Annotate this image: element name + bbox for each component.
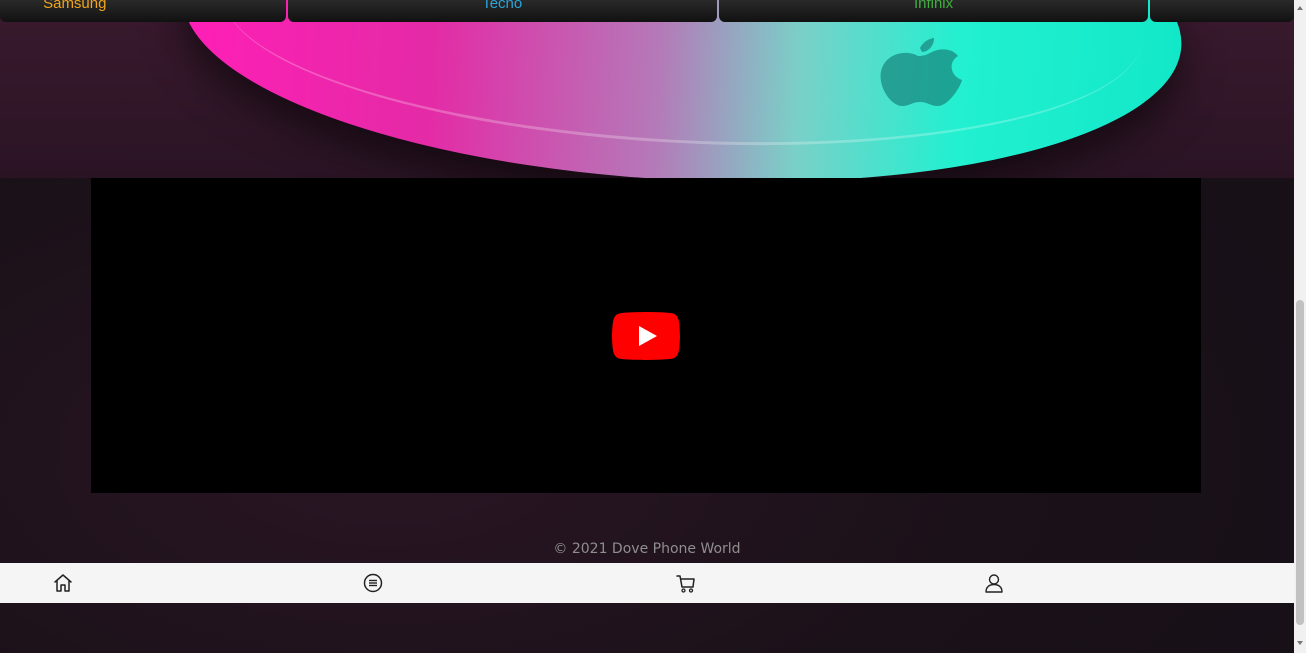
footer-copyright: © 2021 Dove Phone World <box>553 541 741 557</box>
brand-extra-tab[interactable] <box>1150 0 1294 22</box>
scroll-up-arrow-icon[interactable] <box>1297 6 1303 10</box>
vertical-scrollbar[interactable] <box>1294 0 1306 653</box>
apple-mouse-image <box>174 0 1190 178</box>
home-icon[interactable] <box>52 572 74 594</box>
youtube-video-embed[interactable] <box>91 178 1201 493</box>
youtube-play-icon[interactable] <box>612 312 680 360</box>
cart-icon[interactable] <box>675 572 697 594</box>
brand-label: Samsung <box>43 0 107 12</box>
page-viewport: Samsung Tecno Infinix © 2021 Dove Phone … <box>0 0 1294 653</box>
hero-banner <box>0 0 1294 178</box>
brand-label: Tecno <box>482 0 523 12</box>
brand-label: Infinix <box>913 0 954 12</box>
scroll-down-arrow-icon[interactable] <box>1297 641 1303 645</box>
brand-infinix-tab[interactable]: Infinix <box>718 0 1149 22</box>
brand-bar: Samsung Tecno Infinix <box>0 0 1294 22</box>
apple-logo-icon <box>880 38 962 106</box>
scrollbar-thumb[interactable] <box>1296 300 1304 625</box>
brand-samsung-tab[interactable]: Samsung <box>0 0 286 22</box>
menu-icon[interactable] <box>362 572 384 594</box>
bottom-navigation <box>0 563 1294 603</box>
brand-tecno-tab[interactable]: Tecno <box>287 0 717 22</box>
user-icon[interactable] <box>983 572 1005 594</box>
